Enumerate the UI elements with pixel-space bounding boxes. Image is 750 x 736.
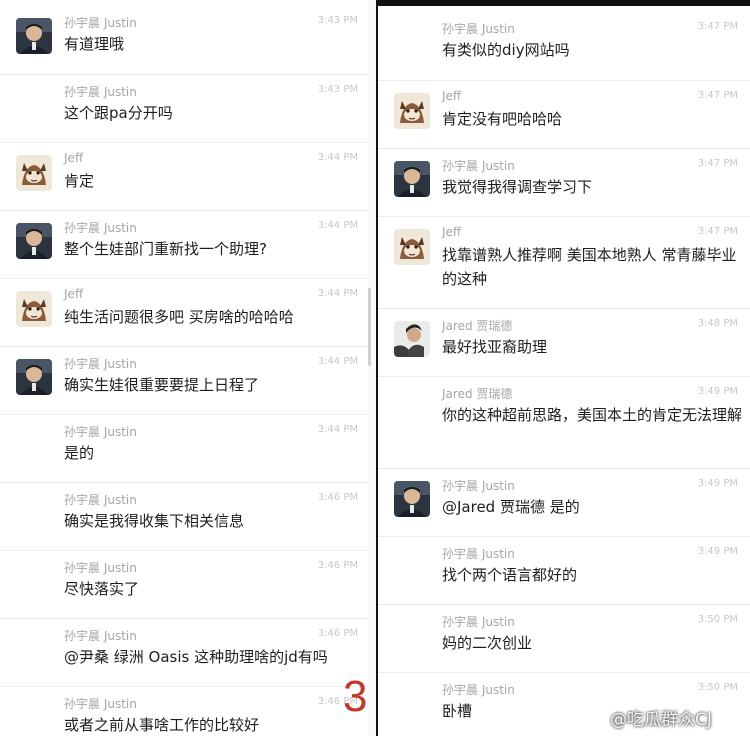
page-number-marker: 3 <box>343 672 368 721</box>
watermark: @吃瓜群众CJ <box>592 705 712 730</box>
sender-name[interactable]: 孙宇晨 Justin <box>64 627 137 644</box>
sender-name[interactable]: 孙宇晨 Justin <box>442 613 515 630</box>
message-text: 有类似的diy网站吗 <box>442 41 570 59</box>
chat-message[interactable]: 孙宇晨 Justin 3:43 PM 这个跟pa分开吗 <box>0 74 368 143</box>
chat-message[interactable]: 孙宇晨 Justin 3:44 PM 是的 <box>0 414 368 483</box>
chat-message[interactable]: Jared 贾瑞德 3:49 PM 你的这种超前思路，美国本土的肯定无法理解 <box>378 376 750 469</box>
message-timestamp: 3:50 PM <box>697 614 738 625</box>
chat-message[interactable]: 孙宇晨 Justin 3:50 PM 妈的二次创业 <box>378 604 750 673</box>
message-timestamp: 3:46 PM <box>317 628 358 639</box>
justin-avatar[interactable] <box>16 223 52 259</box>
message-timestamp: 3:48 PM <box>697 318 738 329</box>
message-timestamp: 3:50 PM <box>697 682 738 693</box>
sender-name[interactable]: Jeff <box>64 287 83 301</box>
right-chat-panel: 孙宇晨 Justin 3:47 PM 有类似的diy网站吗 Jeff 3:47 PM 肯定… <box>376 0 750 736</box>
message-text: 整个生娃部门重新找一个助理? <box>64 240 267 258</box>
message-text: 你的这种超前思路，美国本土的肯定无法理解 <box>442 406 743 424</box>
sender-name[interactable]: Jeff <box>442 225 461 239</box>
sender-name[interactable]: 孙宇晨 Justin <box>64 491 137 508</box>
chat-message[interactable]: Jared 贾瑞德 3:48 PM 最好找亚裔助理 <box>378 308 750 377</box>
message-timestamp: 3:49 PM <box>697 546 738 557</box>
message-text: 是的 <box>64 444 95 462</box>
chat-message[interactable]: 孙宇晨 Justin 3:47 PM 我觉得我得调查学习下 <box>378 148 750 217</box>
message-timestamp: 3:44 PM <box>317 220 358 231</box>
jeff-avatar[interactable] <box>394 229 430 265</box>
chat-message[interactable]: 孙宇晨 Justin 3:46 PM @尹桑 绿洲 Oasis 这种助理啥的jd有吗 <box>0 618 368 687</box>
sender-name[interactable]: 孙宇晨 Justin <box>64 559 137 576</box>
message-text: 纯生活问题很多吧 买房啥的哈哈哈 <box>64 308 294 326</box>
sender-name[interactable]: 孙宇晨 Justin <box>442 545 515 562</box>
chat-message[interactable]: 孙宇晨 Justin 3:44 PM 确实生娃很重要要提上日程了 <box>0 346 368 415</box>
sender-name[interactable]: 孙宇晨 Justin <box>442 477 515 494</box>
sender-name[interactable]: 孙宇晨 Justin <box>64 423 137 440</box>
message-text: @Jared 贾瑞德 是的 <box>442 498 580 516</box>
message-text: 这个跟pa分开吗 <box>64 104 173 122</box>
weibo-logo-icon <box>592 711 610 727</box>
justin-avatar[interactable] <box>16 18 52 54</box>
message-timestamp: 3:47 PM <box>697 158 738 169</box>
sender-name[interactable]: 孙宇晨 Justin <box>442 157 515 174</box>
sender-name[interactable]: 孙宇晨 Justin <box>64 14 137 31</box>
chat-message[interactable]: 孙宇晨 Justin 3:46 PM 或者之前从事啥工作的比较好 <box>0 686 368 736</box>
sender-name[interactable]: Jared 贾瑞德 <box>442 317 512 334</box>
chat-message[interactable]: Jeff 3:47 PM 肯定没有吧哈哈哈 <box>378 80 750 149</box>
message-text: 尽快落实了 <box>64 580 140 598</box>
message-text: 我觉得我得调查学习下 <box>442 178 593 196</box>
chat-message[interactable]: 孙宇晨 Justin 3:49 PM 找个两个语言都好的 <box>378 536 750 605</box>
panel-divider <box>368 0 376 736</box>
message-text: 妈的二次创业 <box>442 634 533 652</box>
sender-name[interactable]: 孙宇晨 Justin <box>64 695 137 712</box>
chat-message[interactable]: 孙宇晨 Justin 3:47 PM 有类似的diy网站吗 <box>378 12 750 80</box>
message-text: 找靠谱熟人推荐啊 美国本地熟人 常青藤毕业的这种 <box>442 246 737 288</box>
sender-name[interactable]: 孙宇晨 Justin <box>64 355 137 372</box>
message-timestamp: 3:43 PM <box>317 84 358 95</box>
watermark-text: @吃瓜群众CJ <box>610 710 712 730</box>
message-timestamp: 3:47 PM <box>697 226 738 237</box>
jeff-avatar[interactable] <box>16 291 52 327</box>
message-timestamp: 3:44 PM <box>317 288 358 299</box>
chat-message[interactable]: Jeff 3:47 PM 找靠谱熟人推荐啊 美国本地熟人 常青藤毕业的这种 <box>378 216 750 309</box>
left-chat-panel: 孙宇晨 Justin 3:43 PM 有道理哦 孙宇晨 Justin 3:43 PM 这个… <box>0 0 368 736</box>
message-timestamp: 3:49 PM <box>697 478 738 489</box>
message-timestamp: 3:46 PM <box>317 560 358 571</box>
sender-name[interactable]: 孙宇晨 Justin <box>442 20 515 37</box>
jeff-avatar[interactable] <box>16 155 52 191</box>
message-text: @尹桑 绿洲 Oasis 这种助理啥的jd有吗 <box>64 648 328 666</box>
chat-message[interactable]: 孙宇晨 Justin 3:44 PM 整个生娃部门重新找一个助理? <box>0 210 368 279</box>
chat-message[interactable]: 孙宇晨 Justin 3:46 PM 尽快落实了 <box>0 550 368 619</box>
justin-avatar[interactable] <box>16 359 52 395</box>
message-timestamp: 3:47 PM <box>697 90 738 101</box>
justin-avatar[interactable] <box>394 481 430 517</box>
message-text: 确实是我得收集下相关信息 <box>64 512 245 530</box>
jeff-avatar[interactable] <box>394 93 430 129</box>
justin-avatar[interactable] <box>394 161 430 197</box>
message-text: 确实生娃很重要要提上日程了 <box>64 376 260 394</box>
message-timestamp: 3:46 PM <box>317 492 358 503</box>
chat-message[interactable]: 孙宇晨 Justin 3:49 PM @Jared 贾瑞德 是的 <box>378 468 750 537</box>
message-timestamp: 3:49 PM <box>697 386 738 397</box>
sender-name[interactable]: Jeff <box>442 89 461 103</box>
message-text: 肯定没有吧哈哈哈 <box>442 110 563 128</box>
message-text: 肯定 <box>64 172 95 190</box>
chat-message[interactable]: Jeff 3:44 PM 纯生活问题很多吧 买房啥的哈哈哈 <box>0 278 368 347</box>
message-text: 找个两个语言都好的 <box>442 566 578 584</box>
message-timestamp: 3:44 PM <box>317 424 358 435</box>
sender-name[interactable]: Jeff <box>64 151 83 165</box>
jared-avatar[interactable] <box>394 321 430 357</box>
message-text: 或者之前从事啥工作的比较好 <box>64 716 260 734</box>
message-timestamp: 3:47 PM <box>697 21 738 32</box>
chat-message[interactable]: 孙宇晨 Justin 3:43 PM 有道理哦 <box>0 6 368 74</box>
message-timestamp: 3:43 PM <box>317 15 358 26</box>
sender-name[interactable]: Jared 贾瑞德 <box>442 385 512 402</box>
scrollbar-thumb[interactable] <box>368 288 371 366</box>
chat-message[interactable]: Jeff 3:44 PM 肯定 <box>0 142 368 211</box>
message-text: 最好找亚裔助理 <box>442 338 548 356</box>
sender-name[interactable]: 孙宇晨 Justin <box>64 219 137 236</box>
chat-message[interactable]: 孙宇晨 Justin 3:46 PM 确实是我得收集下相关信息 <box>0 482 368 551</box>
message-timestamp: 3:44 PM <box>317 152 358 163</box>
sender-name[interactable]: 孙宇晨 Justin <box>64 83 137 100</box>
sender-name[interactable]: 孙宇晨 Justin <box>442 681 515 698</box>
message-text: 有道理哦 <box>64 35 125 53</box>
message-timestamp: 3:44 PM <box>317 356 358 367</box>
